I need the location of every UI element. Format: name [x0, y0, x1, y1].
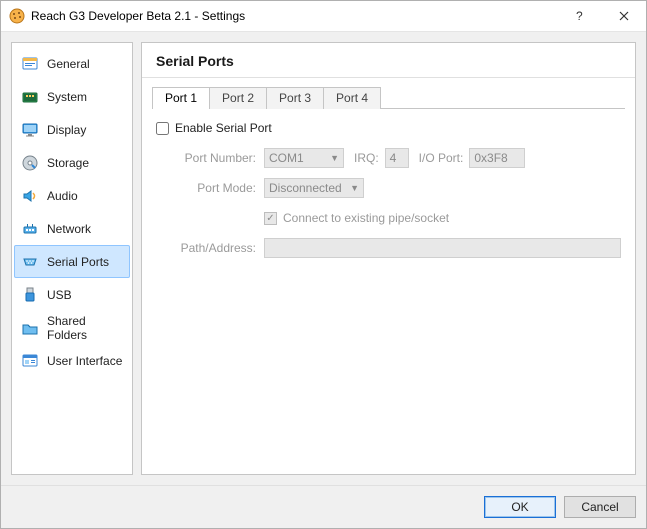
sidebar-item-serial-ports[interactable]: Serial Ports	[14, 245, 130, 278]
content-panel: Serial Ports Port 1 Port 2 Port 3 Port 4…	[141, 42, 636, 475]
port-mode-value: Disconnected	[269, 181, 342, 195]
irq-field: 4	[385, 148, 409, 168]
path-address-label: Path/Address:	[156, 241, 256, 255]
network-icon	[21, 220, 39, 238]
port-tabs: Port 1 Port 2 Port 3 Port 4	[142, 78, 635, 108]
io-port-label: I/O Port:	[419, 151, 464, 165]
sidebar-item-label: USB	[47, 288, 72, 302]
audio-icon	[21, 187, 39, 205]
close-button[interactable]	[601, 1, 646, 31]
irq-label: IRQ:	[354, 151, 379, 165]
sidebar-item-label: User Interface	[47, 354, 122, 368]
ok-button[interactable]: OK	[484, 496, 556, 518]
port-form: Enable Serial Port Port Number: COM1 ▼ I…	[142, 109, 635, 277]
system-icon	[21, 88, 39, 106]
io-port-field: 0x3F8	[469, 148, 525, 168]
sidebar-item-display[interactable]: Display	[14, 113, 130, 146]
sidebar-item-label: Network	[47, 222, 91, 236]
sidebar-item-shared-folders[interactable]: Shared Folders	[14, 311, 130, 344]
sidebar-item-label: Serial Ports	[47, 255, 109, 269]
port-number-value: COM1	[269, 151, 304, 165]
window-title: Reach G3 Developer Beta 2.1 - Settings	[31, 9, 245, 23]
tab-port-3[interactable]: Port 3	[266, 87, 324, 109]
check-icon: ✓	[264, 212, 277, 225]
port-number-select: COM1 ▼	[264, 148, 344, 168]
window-body: General System Display	[1, 32, 646, 528]
enable-serial-port-input[interactable]	[156, 122, 169, 135]
display-icon	[21, 121, 39, 139]
content-header: Serial Ports	[142, 43, 635, 78]
sidebar-item-user-interface[interactable]: User Interface	[14, 344, 130, 377]
sidebar-item-label: Audio	[47, 189, 78, 203]
sidebar-item-usb[interactable]: USB	[14, 278, 130, 311]
row-connect-existing: ✓ Connect to existing pipe/socket	[156, 205, 621, 231]
category-sidebar: General System Display	[11, 42, 133, 475]
dialog-footer: OK Cancel	[1, 485, 646, 528]
main-area: General System Display	[1, 32, 646, 485]
cancel-button[interactable]: Cancel	[564, 496, 636, 518]
path-address-field	[264, 238, 621, 258]
enable-serial-port-checkbox[interactable]: Enable Serial Port	[156, 121, 621, 135]
tab-port-1[interactable]: Port 1	[152, 87, 210, 109]
storage-icon	[21, 154, 39, 172]
row-port-number: Port Number: COM1 ▼ IRQ: 4 I/O Port: 0x3…	[156, 145, 621, 171]
sidebar-item-storage[interactable]: Storage	[14, 146, 130, 179]
chevron-down-icon: ▼	[330, 153, 339, 163]
tab-port-2[interactable]: Port 2	[209, 87, 267, 109]
sidebar-item-label: Storage	[47, 156, 89, 170]
user-interface-icon	[21, 352, 39, 370]
page-title: Serial Ports	[156, 53, 621, 69]
enable-serial-port-label: Enable Serial Port	[175, 121, 272, 135]
svg-text:?: ?	[576, 9, 583, 23]
chevron-down-icon: ▼	[350, 183, 359, 193]
connect-existing-label: Connect to existing pipe/socket	[283, 211, 449, 225]
port-number-label: Port Number:	[156, 151, 256, 165]
sidebar-item-network[interactable]: Network	[14, 212, 130, 245]
help-button[interactable]: ?	[556, 1, 601, 31]
connect-existing-checkbox: ✓ Connect to existing pipe/socket	[264, 211, 449, 225]
row-path-address: Path/Address:	[156, 235, 621, 261]
sidebar-item-label: Shared Folders	[47, 314, 123, 342]
settings-window: Reach G3 Developer Beta 2.1 - Settings ?…	[0, 0, 647, 529]
usb-icon	[21, 286, 39, 304]
irq-value: 4	[390, 151, 397, 165]
sidebar-item-label: General	[47, 57, 90, 71]
port-mode-select: Disconnected ▼	[264, 178, 364, 198]
shared-folders-icon	[21, 319, 39, 337]
sidebar-item-label: System	[47, 90, 87, 104]
app-icon	[9, 8, 25, 24]
port-mode-label: Port Mode:	[156, 181, 256, 195]
sidebar-item-label: Display	[47, 123, 86, 137]
sidebar-item-audio[interactable]: Audio	[14, 179, 130, 212]
io-port-value: 0x3F8	[474, 151, 507, 165]
serial-port-icon	[21, 253, 39, 271]
sidebar-item-general[interactable]: General	[14, 47, 130, 80]
tab-port-4[interactable]: Port 4	[323, 87, 381, 109]
sidebar-item-system[interactable]: System	[14, 80, 130, 113]
row-port-mode: Port Mode: Disconnected ▼	[156, 175, 621, 201]
titlebar: Reach G3 Developer Beta 2.1 - Settings ?	[1, 1, 646, 32]
general-icon	[21, 55, 39, 73]
